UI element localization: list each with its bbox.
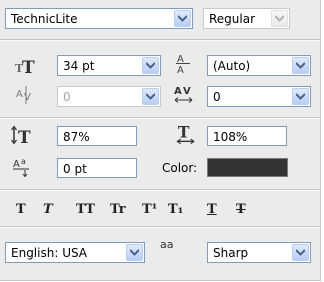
separator <box>0 189 320 191</box>
font-family-value: TechnicLite <box>11 12 78 26</box>
anti-alias-label: aa <box>160 238 174 251</box>
kerning-icon: A V <box>16 86 31 104</box>
svg-text:V: V <box>24 92 31 103</box>
separator <box>0 226 320 228</box>
vertical-scale-icon: T <box>11 125 31 146</box>
baseline-shift-value: 0 pt <box>63 162 87 176</box>
kerning-select[interactable]: 0 <box>57 86 161 107</box>
tracking-icon: A V <box>174 86 193 103</box>
svg-text:A: A <box>177 65 184 74</box>
color-swatch[interactable] <box>207 158 288 177</box>
horizontal-scale-value: 108% <box>213 130 248 144</box>
chevron-down-icon[interactable] <box>174 10 191 27</box>
svg-text:T: T <box>178 123 190 142</box>
color-label: Color: <box>162 161 198 175</box>
subscript-button[interactable]: T₁ <box>168 200 183 220</box>
chevron-down-icon[interactable] <box>292 244 309 261</box>
tracking-select[interactable]: 0 <box>207 86 311 107</box>
kerning-value: 0 <box>63 90 71 104</box>
font-style-select[interactable]: Regular <box>203 8 290 29</box>
svg-text:V: V <box>183 86 191 97</box>
anti-alias-select[interactable]: Sharp <box>207 242 311 263</box>
svg-text:A: A <box>174 86 182 97</box>
tracking-value: 0 <box>213 90 221 104</box>
anti-alias-value: Sharp <box>213 246 249 260</box>
chevron-down-icon[interactable] <box>271 10 288 27</box>
font-size-value: 34 pt <box>63 59 95 73</box>
chevron-down-icon[interactable] <box>292 88 309 105</box>
language-value: English: USA <box>11 246 88 260</box>
faux-bold-button[interactable]: T <box>16 200 26 220</box>
leading-icon: A A <box>176 54 190 74</box>
chevron-down-icon[interactable] <box>142 88 159 105</box>
small-caps-button[interactable]: Tr <box>110 200 126 220</box>
separator <box>0 39 320 41</box>
all-caps-button[interactable]: TT <box>76 200 95 220</box>
font-size-select[interactable]: 34 pt <box>57 55 161 76</box>
chevron-down-icon[interactable] <box>292 57 309 74</box>
font-size-icon: T T <box>15 58 35 77</box>
underline-button[interactable]: T <box>207 200 217 220</box>
superscript-button[interactable]: T¹ <box>142 200 157 220</box>
horizontal-scale-icon: T <box>176 123 195 145</box>
faux-italic-button[interactable]: T <box>43 200 53 220</box>
leading-value: (Auto) <box>213 59 251 73</box>
svg-text:T: T <box>22 58 35 77</box>
anti-alias-icon: aa <box>160 238 173 256</box>
separator <box>0 117 320 119</box>
svg-text:A: A <box>16 89 23 100</box>
font-family-select[interactable]: TechnicLite <box>5 8 193 29</box>
character-panel: TechnicLite Regular T T 34 pt A A (Auto)… <box>0 0 321 281</box>
svg-text:a: a <box>21 157 26 166</box>
vertical-scale-input[interactable]: 87% <box>57 126 137 146</box>
horizontal-scale-input[interactable]: 108% <box>207 126 287 146</box>
leading-select[interactable]: (Auto) <box>207 55 311 76</box>
language-select[interactable]: English: USA <box>5 242 145 263</box>
font-style-value: Regular <box>209 12 256 26</box>
strikethrough-button[interactable]: T <box>236 200 246 220</box>
chevron-down-icon[interactable] <box>126 244 143 261</box>
baseline-shift-input[interactable]: 0 pt <box>57 158 137 178</box>
chevron-down-icon[interactable] <box>142 57 159 74</box>
svg-text:A: A <box>13 159 20 170</box>
svg-text:T: T <box>18 128 31 146</box>
vertical-scale-value: 87% <box>63 130 90 144</box>
baseline-shift-icon: A a <box>13 157 29 177</box>
